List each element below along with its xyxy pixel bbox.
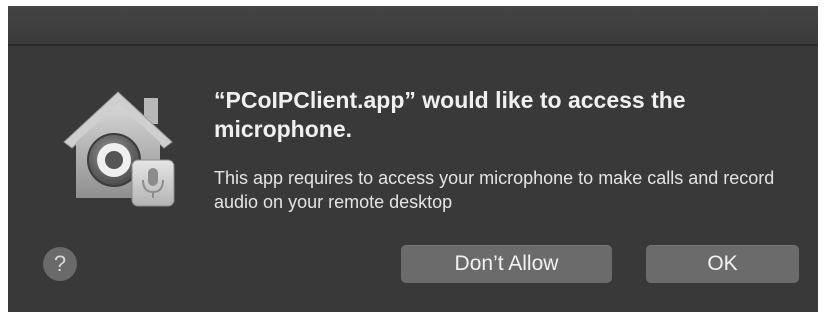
dialog-heading: “PCoIPClient.app” would like to access t…	[214, 87, 686, 142]
privacy-house-icon	[56, 80, 186, 210]
house-lock-svg	[63, 91, 175, 207]
help-icon: ?	[53, 251, 67, 276]
permission-dialog: “PCoIPClient.app” would like to access t…	[8, 6, 818, 312]
dont-allow-button[interactable]: Don’t Allow	[401, 245, 612, 283]
screen: “PCoIPClient.app” would like to access t…	[0, 0, 826, 312]
ok-button[interactable]: OK	[646, 245, 799, 283]
help-button[interactable]: ?	[43, 247, 77, 281]
window-titlebar	[8, 6, 818, 46]
dialog-message: This app requires to access your microph…	[214, 168, 775, 212]
